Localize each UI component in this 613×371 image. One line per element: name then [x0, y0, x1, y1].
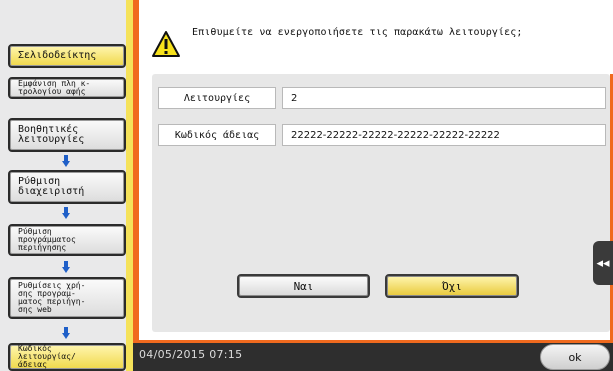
dialog-content: [152, 74, 610, 332]
warning-icon: [152, 31, 180, 57]
no-button[interactable]: Όχι: [385, 274, 519, 298]
sidebar-item-admin-settings[interactable]: Ρύθμιση διαχειριστή: [8, 170, 126, 204]
license-code-value: 22222-22222-22222-22222-22222-22222: [282, 124, 606, 146]
flow-arrow-icon: [62, 155, 70, 167]
dialog-message: Επιθυμείτε να ενεργοποιήσετε τις παρακάτ…: [192, 27, 523, 38]
functions-label: Λειτουργίες: [158, 87, 276, 109]
functions-value: 2: [282, 87, 606, 109]
license-code-label: Κωδικός άδειας: [158, 124, 276, 146]
yes-button[interactable]: Ναι: [237, 274, 370, 298]
sidebar-item-bookmark[interactable]: Σελιδοδείκτης: [8, 44, 126, 68]
flow-arrow-icon: [62, 261, 70, 273]
ok-button[interactable]: ok: [540, 344, 610, 370]
sidebar-item-utility[interactable]: Βοηθητικές λειτουργίες: [8, 118, 126, 152]
collapse-panel-tab[interactable]: ◂◂: [593, 241, 613, 285]
sidebar-item-web-browser-settings[interactable]: Ρυθμίσεις χρή- σης προγραμ- ματος περιήγ…: [8, 277, 126, 319]
sidebar-item-license-code[interactable]: Κωδικός λειτουργίας/ άδειας: [8, 343, 126, 371]
sidebar-item-browser-settings[interactable]: Ρύθμιση προγράμματος περιήγησης: [8, 224, 126, 256]
flow-arrow-icon: [62, 327, 70, 339]
sidebar-accent-strip: [126, 0, 133, 371]
status-datetime: 04/05/2015 07:15: [139, 348, 243, 361]
sidebar-item-touch-keyboard[interactable]: Εμφάνιση πλη κ- τρολογίου αφής: [8, 77, 126, 99]
flow-arrow-icon: [62, 207, 70, 219]
